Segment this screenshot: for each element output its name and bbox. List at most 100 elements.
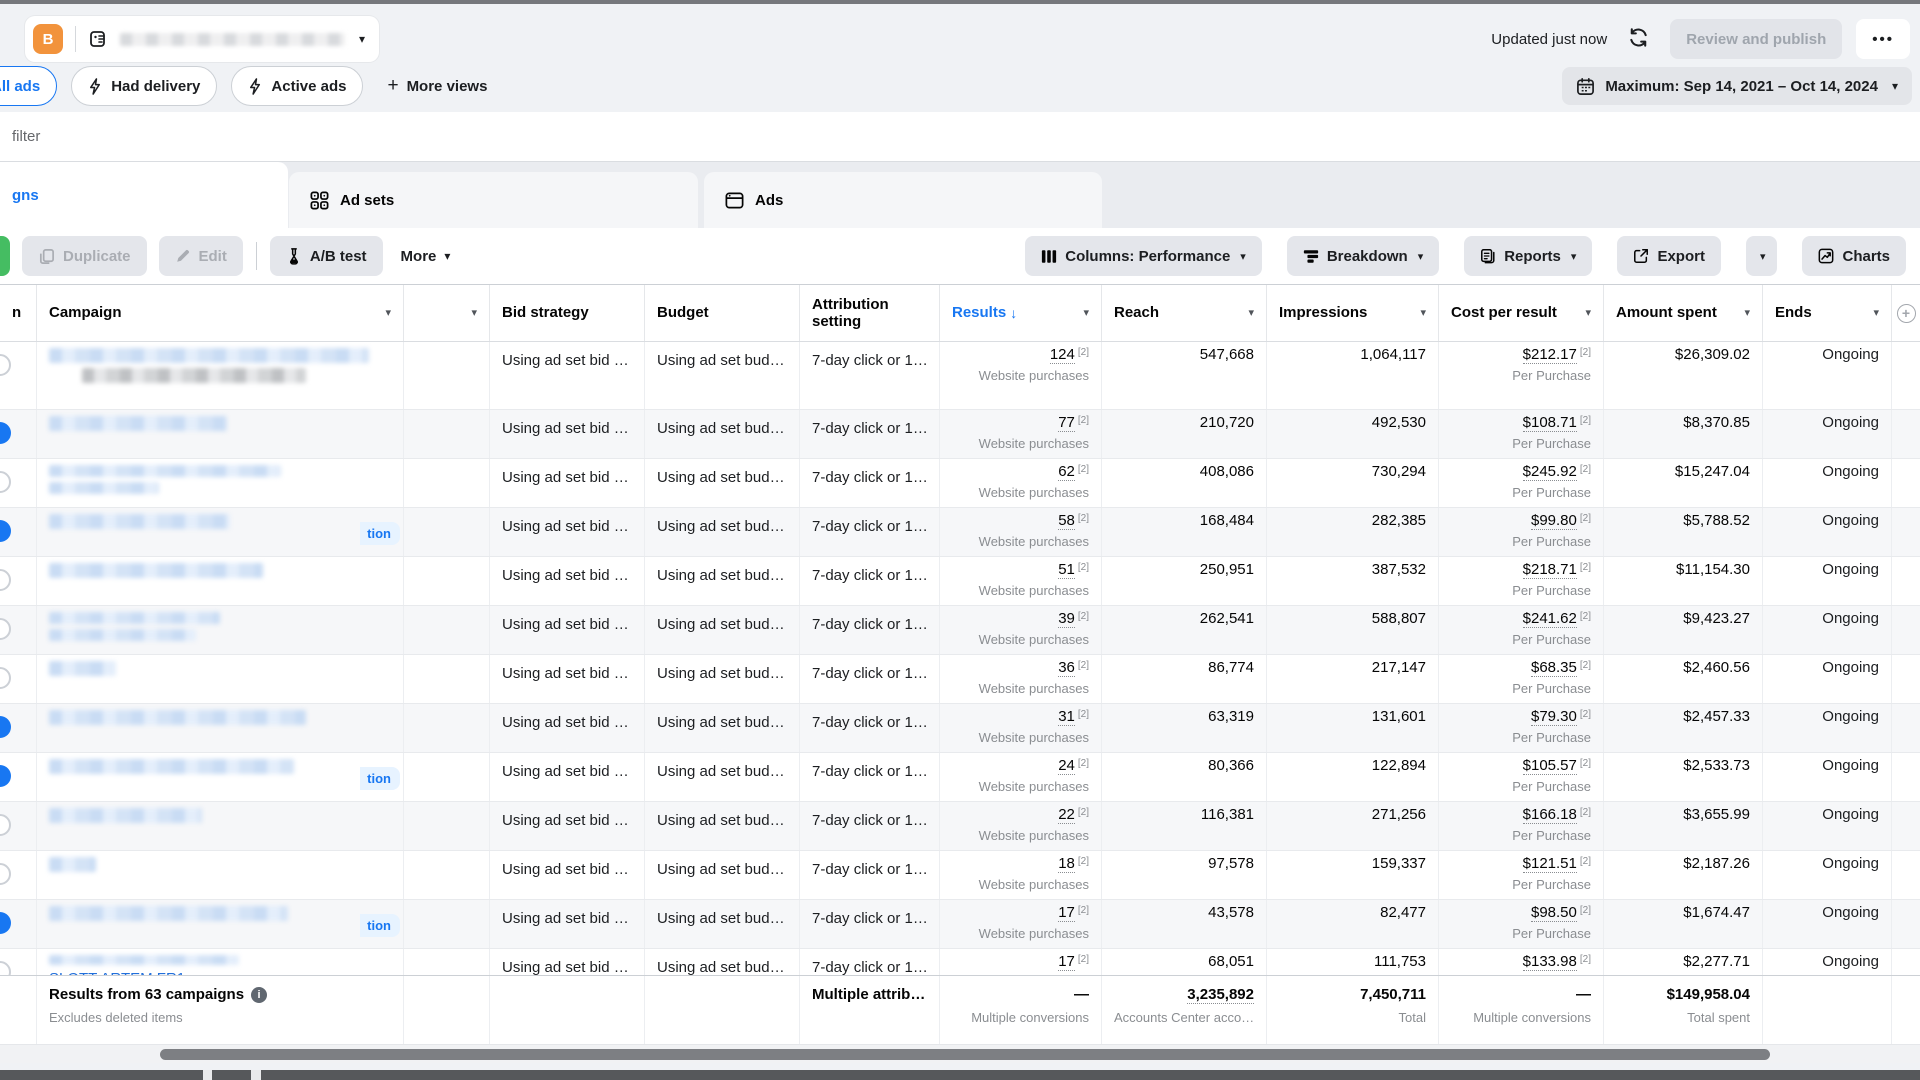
campaign-cell[interactable] <box>37 410 404 458</box>
campaign-toggle[interactable] <box>0 667 11 689</box>
budget-value: Using ad set bud… <box>657 808 787 829</box>
results-value[interactable]: 24 <box>1058 757 1075 775</box>
column-header-campaign[interactable]: Campaign▾ <box>37 285 404 341</box>
filter-bar[interactable]: filter <box>0 112 1920 162</box>
cost-per-result-value[interactable]: $121.51 <box>1523 855 1577 873</box>
reach-cell: 210,720 <box>1102 410 1267 458</box>
results-value[interactable]: 36 <box>1058 659 1075 677</box>
cost-per-result-value[interactable]: $241.62 <box>1523 610 1577 628</box>
campaign-toggle[interactable] <box>0 471 11 493</box>
review-and-publish-button[interactable]: Review and publish <box>1670 19 1842 59</box>
charts-button[interactable]: Charts <box>1802 236 1906 276</box>
column-header-extra[interactable]: ▾ <box>404 285 490 341</box>
campaign-cell[interactable] <box>37 342 404 409</box>
column-header-reach[interactable]: Reach▾ <box>1102 285 1267 341</box>
tab-campaigns[interactable]: gns <box>0 162 288 228</box>
horizontal-scrollbar[interactable] <box>0 1045 1920 1063</box>
results-value[interactable]: 17 <box>1058 904 1075 922</box>
duplicate-button[interactable]: Duplicate <box>22 236 147 276</box>
results-value[interactable]: 22 <box>1058 806 1075 824</box>
campaign-toggle[interactable] <box>0 354 11 376</box>
cost-per-result-value[interactable]: $218.71 <box>1523 561 1577 579</box>
cost-per-result-value[interactable]: $212.17 <box>1523 346 1577 364</box>
results-value[interactable]: 17 <box>1058 953 1075 971</box>
campaign-cell[interactable] <box>37 655 404 703</box>
campaign-toggle[interactable] <box>0 716 11 738</box>
campaign-link[interactable]: SLOTT ARTEM FR1 <box>49 970 391 975</box>
campaign-cell[interactable] <box>37 459 404 507</box>
info-icon[interactable]: i <box>251 987 267 1003</box>
breakdown-button[interactable]: Breakdown ▾ <box>1287 236 1439 276</box>
export-button[interactable]: Export <box>1617 236 1721 276</box>
summary-results-cell: —Multiple conversions <box>940 976 1102 1044</box>
edit-button[interactable]: Edit <box>159 236 243 276</box>
cost-per-result-value[interactable]: $105.57 <box>1523 757 1577 775</box>
tab-ad-sets[interactable]: Ad sets <box>289 172 698 228</box>
cost-per-result-value[interactable]: $108.71 <box>1523 414 1577 432</box>
create-button-partial[interactable] <box>0 236 10 276</box>
campaign-toggle[interactable] <box>0 863 11 885</box>
column-header-amount-spent[interactable]: Amount spent▾ <box>1604 285 1763 341</box>
column-header-impressions[interactable]: Impressions▾ <box>1267 285 1439 341</box>
campaign-toggle[interactable] <box>0 912 11 934</box>
cost-per-result-value[interactable]: $98.50 <box>1531 904 1577 922</box>
results-value[interactable]: 62 <box>1058 463 1075 481</box>
results-value[interactable]: 18 <box>1058 855 1075 873</box>
horizontal-scrollbar-thumb[interactable] <box>160 1049 1770 1060</box>
campaign-toggle[interactable] <box>0 765 11 787</box>
results-value[interactable]: 124 <box>1050 346 1075 364</box>
ends-cell: Ongoing <box>1763 459 1892 507</box>
column-header-attribution[interactable]: Attribution setting <box>800 285 940 341</box>
column-header-budget[interactable]: Budget <box>645 285 800 341</box>
cost-per-result-value[interactable]: $133.98 <box>1523 953 1577 971</box>
chevron-down-icon: ▾ <box>1744 307 1750 320</box>
campaign-toggle[interactable] <box>0 618 11 640</box>
campaign-cell[interactable] <box>37 851 404 899</box>
export-caret-button[interactable]: ▾ <box>1746 236 1778 276</box>
ab-test-button[interactable]: A/B test <box>270 236 383 276</box>
campaign-cell[interactable]: tion <box>37 508 404 556</box>
column-header-ends[interactable]: Ends▾ <box>1763 285 1892 341</box>
results-value[interactable]: 31 <box>1058 708 1075 726</box>
cost-per-result-value[interactable]: $79.30 <box>1531 708 1577 726</box>
results-value[interactable]: 77 <box>1058 414 1075 432</box>
campaign-toggle[interactable] <box>0 422 11 444</box>
campaign-toggle[interactable] <box>0 814 11 836</box>
refresh-button[interactable] <box>1621 20 1656 58</box>
date-range-picker[interactable]: Maximum: Sep 14, 2021 – Oct 14, 2024 ▾ <box>1562 67 1912 105</box>
more-views-button[interactable]: + More views <box>377 66 497 106</box>
cost-per-result-value[interactable]: $68.35 <box>1531 659 1577 677</box>
campaign-cell[interactable] <box>37 557 404 605</box>
toggle-cell <box>0 753 37 801</box>
results-value[interactable]: 58 <box>1058 512 1075 530</box>
attribution-value: 7-day click or 1… <box>812 465 927 486</box>
campaign-cell[interactable] <box>37 704 404 752</box>
cost-per-result-value[interactable]: $99.80 <box>1531 512 1577 530</box>
campaign-cell[interactable]: SLOTT ARTEM FR1 <box>37 949 404 975</box>
amount-spent-value: $8,370.85 <box>1683 414 1750 431</box>
more-options-button[interactable]: ••• <box>1856 19 1910 59</box>
campaign-toggle[interactable] <box>0 520 11 542</box>
column-header-add-column[interactable]: + <box>1892 285 1920 341</box>
cost-per-result-value[interactable]: $166.18 <box>1523 806 1577 824</box>
campaign-cell[interactable]: tion <box>37 900 404 948</box>
campaign-toggle[interactable] <box>0 961 11 975</box>
more-menu[interactable]: More ▾ <box>401 248 451 265</box>
results-value[interactable]: 39 <box>1058 610 1075 628</box>
campaign-cell[interactable] <box>37 606 404 654</box>
reports-button[interactable]: Reports ▾ <box>1464 236 1592 276</box>
column-header-bid-strategy[interactable]: Bid strategy <box>490 285 645 341</box>
results-value[interactable]: 51 <box>1058 561 1075 579</box>
account-selector[interactable]: B ▾ <box>25 16 379 62</box>
campaign-cell[interactable] <box>37 802 404 850</box>
column-header-results[interactable]: Results↓▾ <box>940 285 1102 341</box>
campaign-cell[interactable]: tion <box>37 753 404 801</box>
view-tab-active-ads[interactable]: Active ads <box>231 66 363 106</box>
cost-per-result-value[interactable]: $245.92 <box>1523 463 1577 481</box>
view-tab-had-delivery[interactable]: Had delivery <box>71 66 217 106</box>
view-tab-all-ads[interactable]: All ads <box>0 66 57 106</box>
campaign-toggle[interactable] <box>0 569 11 591</box>
columns-button[interactable]: Columns: Performance ▾ <box>1025 236 1262 276</box>
tab-ads[interactable]: Ads <box>704 172 1102 228</box>
column-header-cost-per-result[interactable]: Cost per result▾ <box>1439 285 1604 341</box>
